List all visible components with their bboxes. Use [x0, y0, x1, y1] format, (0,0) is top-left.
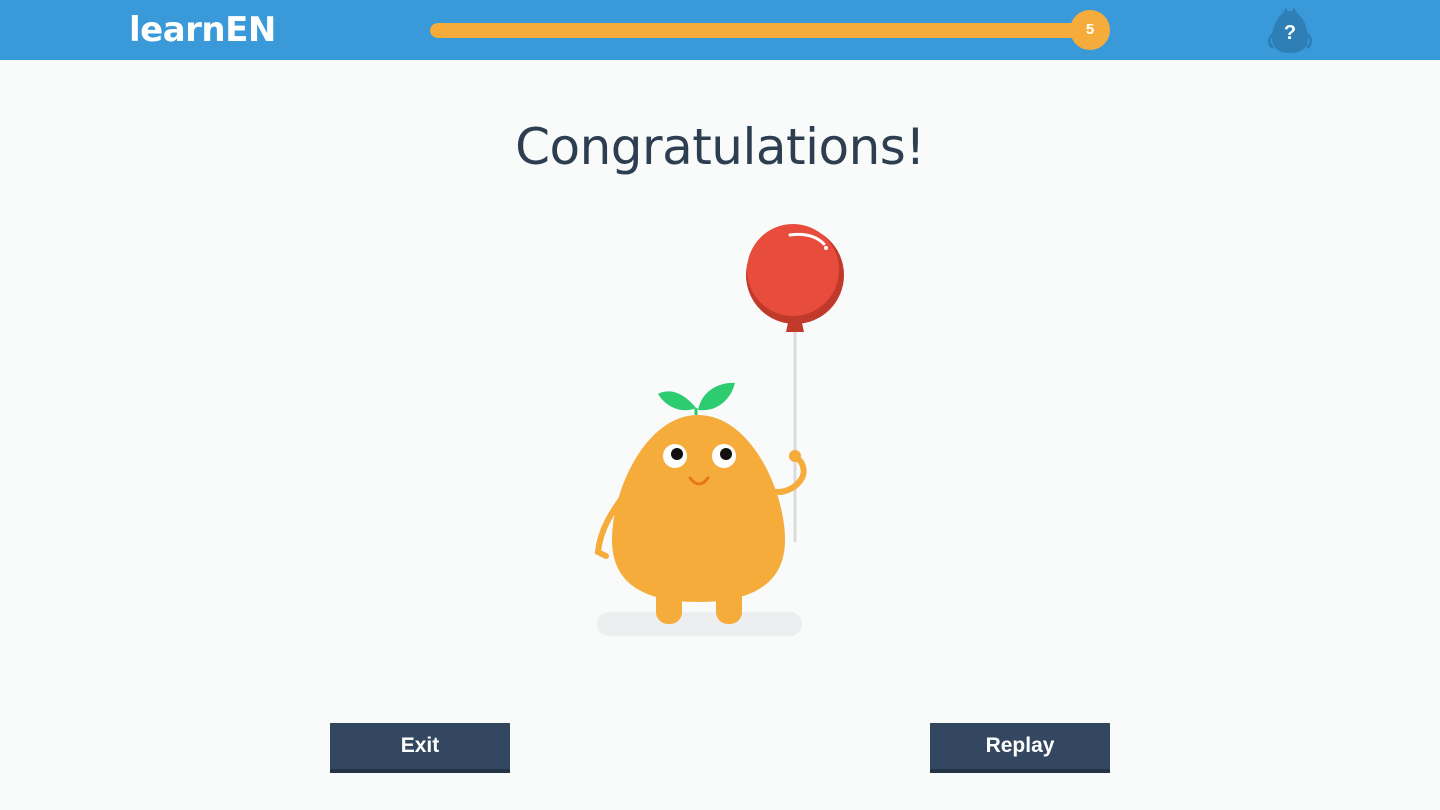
help-question-mark: ?: [1284, 22, 1296, 44]
mascot-body: [612, 415, 785, 602]
progress-bar: [430, 23, 1090, 38]
mascot-right-arm: [767, 453, 807, 495]
balloon-icon: [746, 224, 844, 332]
replay-button[interactable]: Replay: [930, 723, 1110, 773]
progress-bar-fill: [430, 23, 1090, 38]
app-logo: learnEN: [129, 10, 276, 50]
mascot-shadow: [597, 612, 802, 636]
exit-button[interactable]: Exit: [330, 723, 510, 773]
help-button[interactable]: ?: [1267, 5, 1313, 55]
page-title: Congratulations!: [515, 118, 925, 176]
sprout-icon: [658, 382, 735, 415]
progress-badge: 5: [1070, 10, 1110, 50]
top-bar: learnEN 5 ?: [0, 0, 1440, 60]
help-mascot-icon: ?: [1267, 7, 1313, 53]
mascot-illustration: [580, 220, 860, 645]
